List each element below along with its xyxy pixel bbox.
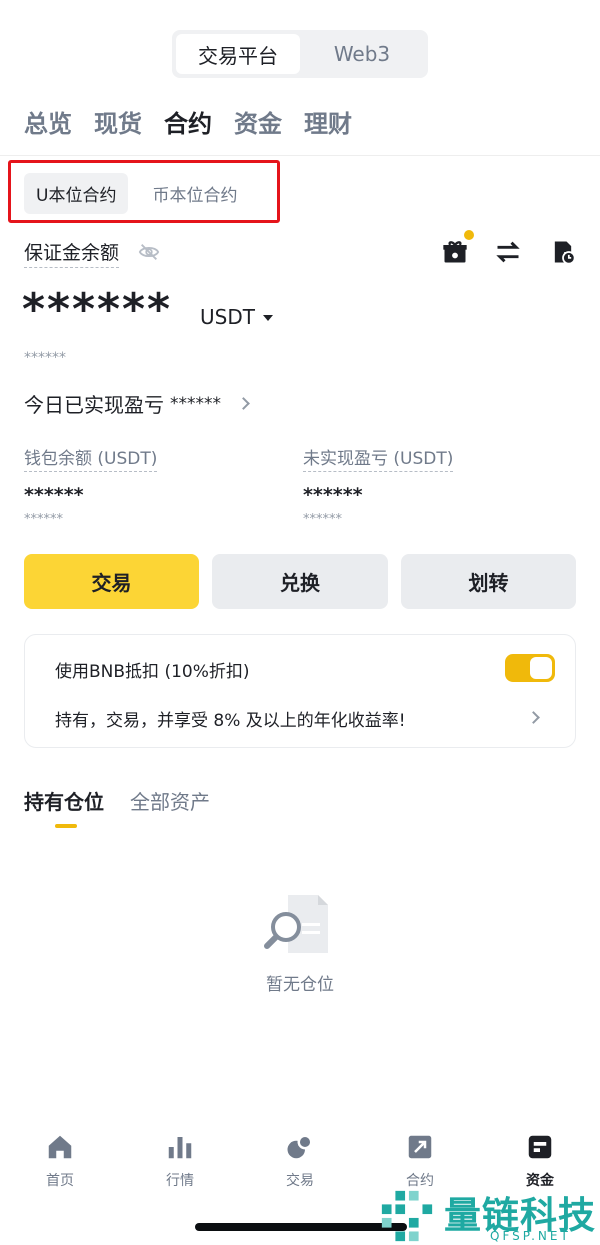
toggle-knob [530, 657, 552, 679]
nav-trade[interactable]: 交易 [240, 1120, 360, 1210]
tab-spot[interactable]: 现货 [94, 104, 142, 139]
watermark-sub: QFSP.NET [490, 1229, 571, 1243]
empty-state-text: 暂无仓位 [266, 975, 334, 995]
tab-open-positions[interactable]: 持有仓位 [24, 786, 104, 815]
margin-balance-value: ****** [22, 284, 173, 335]
chevron-right-icon [237, 397, 250, 410]
platform-switch[interactable]: 交易平台 Web3 [172, 30, 428, 78]
margin-balance-fiat: ****** [24, 350, 66, 366]
margin-balance-label[interactable]: 保证金余额 [24, 238, 120, 268]
home-icon [48, 1135, 72, 1159]
bnb-discount-toggle[interactable] [505, 654, 555, 682]
nav-markets[interactable]: 行情 [120, 1120, 240, 1210]
today-pnl-value: ****** [170, 393, 221, 414]
history-icon[interactable] [549, 238, 577, 266]
bnb-promo-text[interactable]: 持有，交易，并享受 8% 及以上的年化收益率! [55, 706, 406, 731]
notification-dot [464, 230, 474, 240]
watermark: 量链科技 QFSP.NET [378, 1185, 600, 1245]
currency-label: USDT [200, 305, 255, 329]
caret-down-icon [262, 315, 273, 321]
futures-icon [408, 1135, 432, 1159]
trade-button[interactable]: 交易 [24, 554, 199, 609]
tabs-divider [0, 155, 600, 156]
nav-trade-label: 交易 [286, 1173, 314, 1189]
convert-button[interactable]: 兑换 [212, 554, 388, 609]
unrealized-pnl-label[interactable]: 未实现盈亏 (USDT) [303, 444, 454, 472]
bnb-discount-title: 使用BNB抵扣 (10%折扣) [55, 662, 250, 682]
market-icon [168, 1137, 192, 1159]
bnb-discount-card: 使用BNB抵扣 (10%折扣) 持有，交易，并享受 8% 及以上的年化收益率! [24, 634, 576, 748]
wallet-balance-fiat: ****** [24, 512, 63, 527]
trade-icon [287, 1134, 313, 1159]
today-pnl-label: 今日已实现盈亏 [24, 393, 164, 417]
wallet-icon [528, 1135, 552, 1159]
gift-icon[interactable] [441, 238, 469, 266]
tab-coinm-futures[interactable]: 币本位合约 [140, 173, 249, 214]
hide-balance-icon[interactable] [138, 241, 160, 263]
wallet-balance-label[interactable]: 钱包余额 (USDT) [24, 444, 158, 472]
transfer-button[interactable]: 划转 [401, 554, 576, 609]
chevron-right-icon[interactable] [527, 711, 540, 724]
home-indicator [195, 1223, 407, 1231]
platform-exchange-tab[interactable]: 交易平台 [176, 34, 300, 74]
platform-web3-tab[interactable]: Web3 [300, 34, 424, 74]
swap-icon[interactable] [494, 238, 522, 266]
tab-usdm-futures[interactable]: U本位合约 [24, 173, 129, 214]
tab-futures[interactable]: 合约 [164, 104, 212, 139]
watermark-logo [381, 1190, 433, 1242]
tab-funding[interactable]: 资金 [234, 104, 282, 139]
nav-markets-label: 行情 [166, 1173, 194, 1189]
unrealized-pnl-value: ****** [303, 484, 363, 506]
nav-home[interactable]: 首页 [0, 1120, 120, 1210]
active-tab-indicator [55, 824, 77, 828]
nav-home-label: 首页 [46, 1173, 74, 1189]
empty-search-icon [264, 895, 328, 953]
position-tabs: 持有仓位 全部资产 [24, 786, 210, 815]
unrealized-pnl-block: 未实现盈亏 (USDT) ****** ****** [303, 444, 454, 527]
tab-earn[interactable]: 理财 [304, 104, 352, 139]
wallet-balance-block: 钱包余额 (USDT) ****** ****** [24, 444, 158, 527]
main-tabs: 总览 现货 合约 资金 理财 [24, 104, 352, 139]
futures-sub-tabs: U本位合约 币本位合约 [24, 173, 249, 214]
tab-overview[interactable]: 总览 [24, 104, 72, 139]
unrealized-pnl-fiat: ****** [303, 512, 342, 527]
today-pnl-row[interactable]: 今日已实现盈亏 ****** [24, 389, 250, 418]
wallet-balance-value: ****** [24, 484, 84, 506]
tab-all-assets[interactable]: 全部资产 [130, 786, 210, 815]
currency-dropdown[interactable]: USDT [200, 305, 273, 329]
